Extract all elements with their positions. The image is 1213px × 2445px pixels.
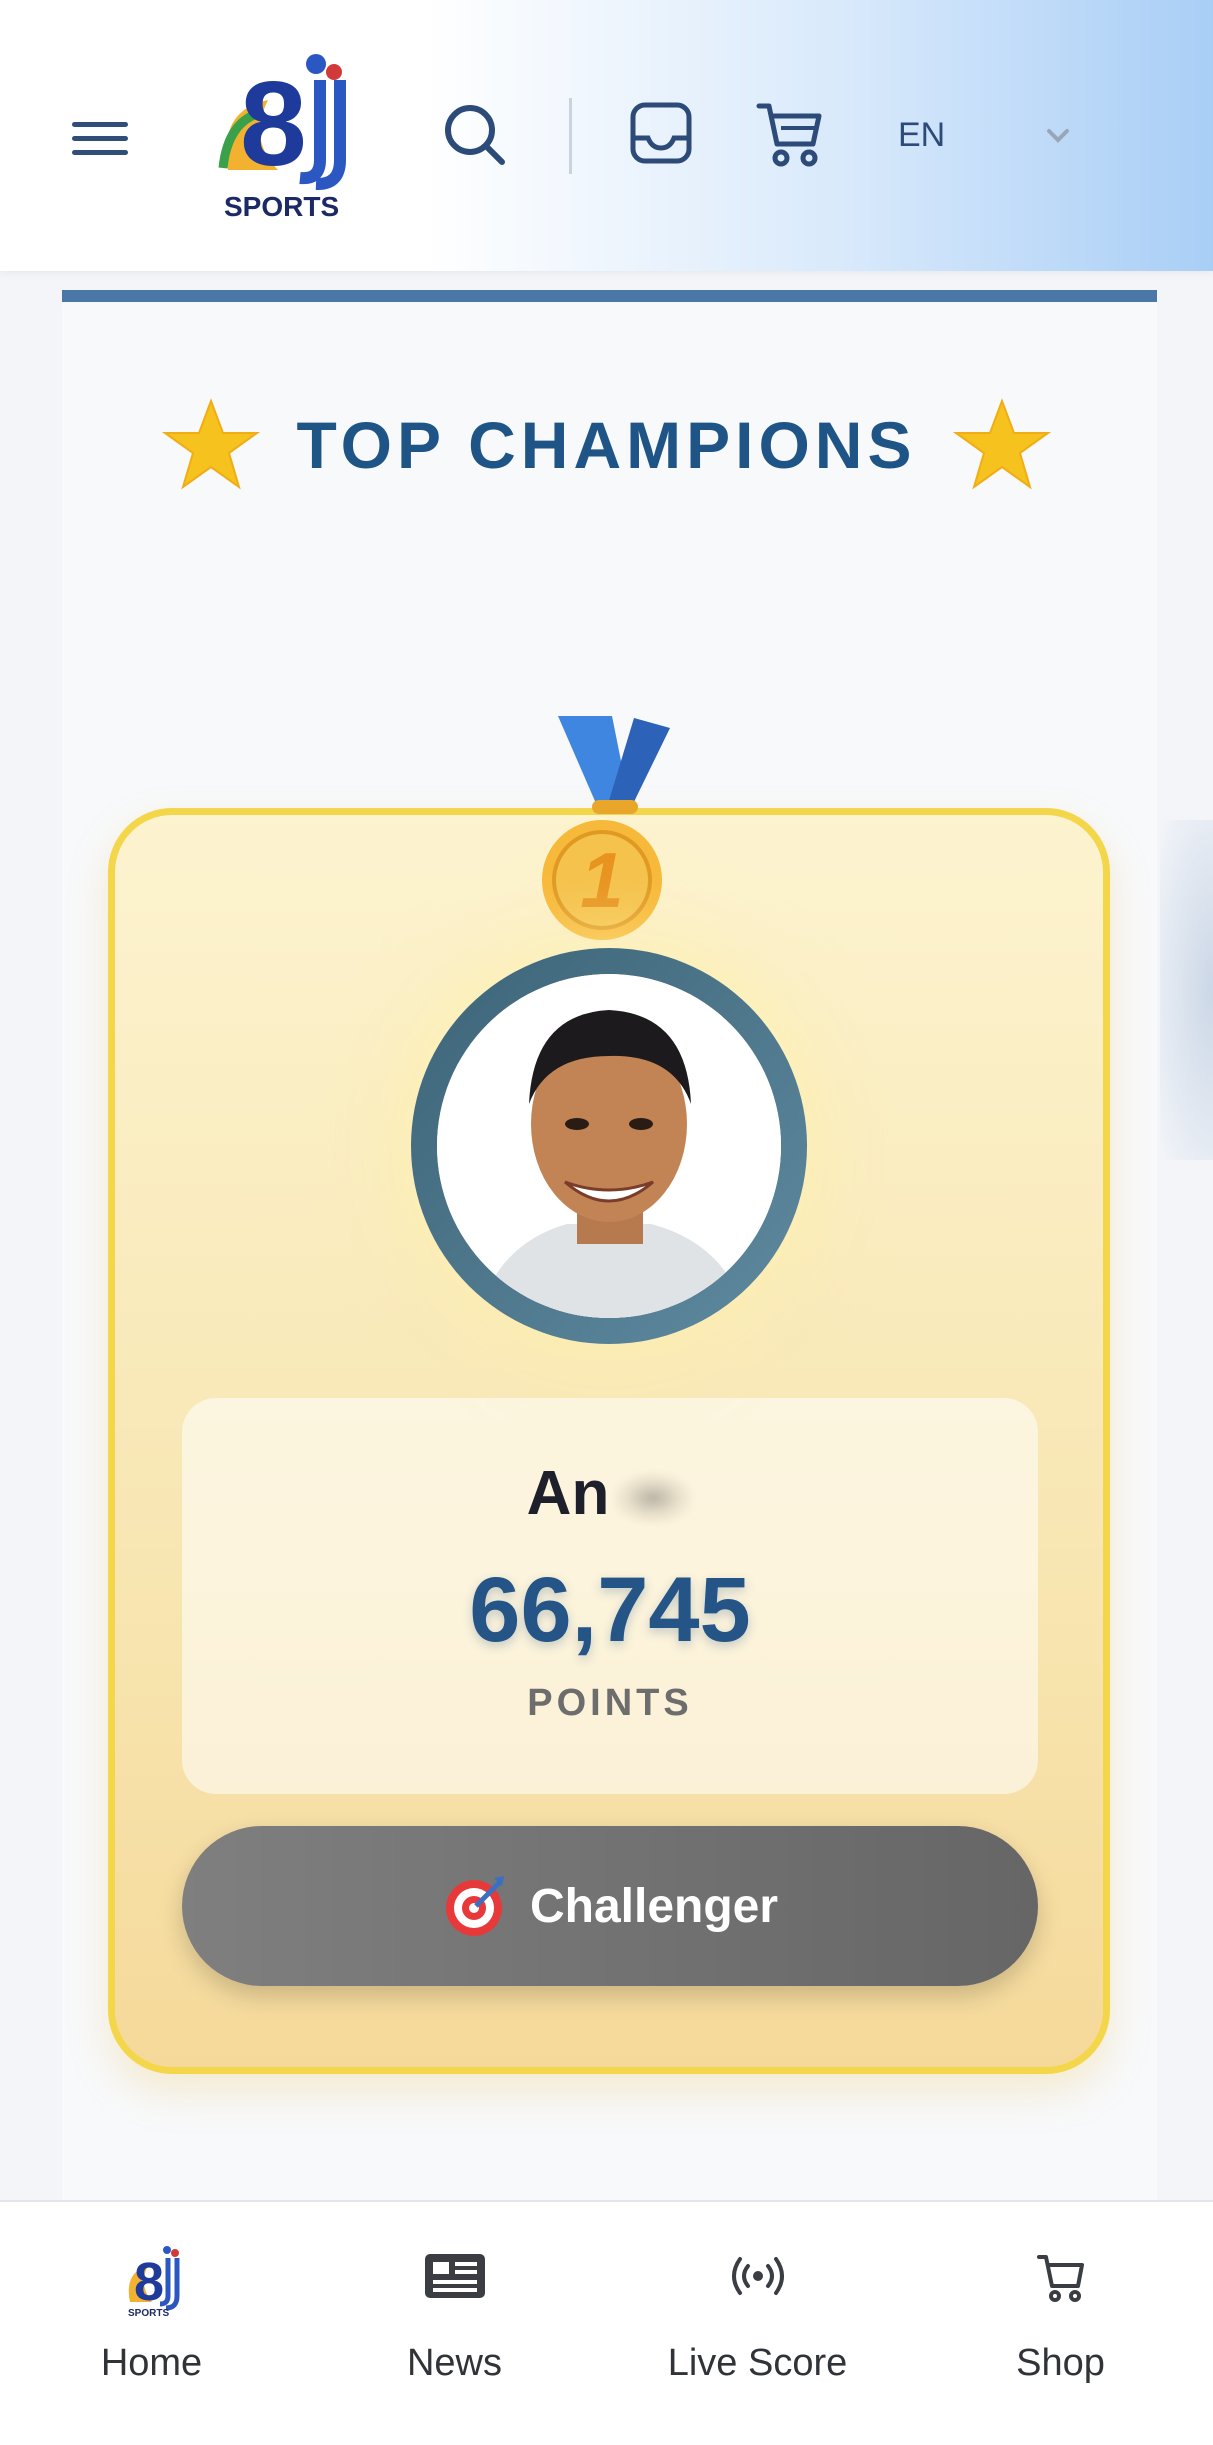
svg-text:1: 1 [580, 836, 623, 924]
menu-icon[interactable] [72, 122, 128, 162]
player-name-text: An [526, 1459, 610, 1528]
nav-news-label: News [406, 2342, 503, 2384]
avatar[interactable] [437, 974, 781, 1318]
svg-text:8: 8 [134, 2252, 164, 2312]
inbox-button[interactable] [628, 100, 694, 166]
inbox-icon [630, 102, 692, 164]
nav-home[interactable]: 8 SPORTS Home [0, 2202, 303, 2445]
player-name: An [182, 1458, 1038, 1529]
star-icon [161, 398, 260, 490]
gold-medal-icon: 1 [542, 716, 670, 940]
language-select[interactable]: EN [898, 112, 1078, 162]
nav-shop-label: Shop [1016, 2342, 1105, 2384]
cart-button[interactable] [755, 98, 825, 168]
champion-info: An 66,745 POINTS [182, 1398, 1038, 1794]
points-value: 66,745 [469, 1559, 751, 1661]
nav-home-label: Home [100, 2342, 203, 2384]
header-divider [569, 98, 572, 174]
language-label: EN [898, 116, 946, 154]
cart-icon [1036, 2255, 1084, 2302]
nav-shop[interactable]: Shop [909, 2202, 1212, 2445]
app-header: 8 SPORTS EN [0, 0, 1213, 271]
logo-icon: 8 [218, 54, 346, 191]
section-title: TOP CHAMPIONS [296, 408, 917, 482]
profile-photo [437, 974, 781, 1318]
star-icon [953, 398, 1052, 490]
svg-text:SPORTS: SPORTS [128, 2308, 169, 2318]
section-header: TOP CHAMPIONS [0, 395, 1213, 495]
nav-news[interactable]: News [303, 2202, 606, 2445]
name-redaction [613, 1471, 694, 1524]
nav-live-score[interactable]: Live Score [606, 2202, 909, 2445]
target-icon [445, 1876, 504, 1936]
bottom-navigation: 8 SPORTS Home News Live Score Shop [0, 2200, 1213, 2445]
rank-badge-label: Challenger [529, 1879, 779, 1933]
logo-icon: 8 SPORTS [128, 2246, 179, 2318]
cart-icon [756, 103, 822, 167]
avatar-frame [411, 948, 807, 1344]
brand-logo[interactable]: 8 SPORTS [208, 50, 358, 225]
next-card-peek [1160, 820, 1213, 1160]
nav-live-score-label: Live Score [667, 2342, 848, 2384]
broadcast-icon [731, 2257, 784, 2295]
newspaper-icon [424, 2254, 485, 2298]
search-button[interactable] [440, 100, 510, 170]
rank-badge-button[interactable]: Challenger [182, 1826, 1038, 1986]
logo-text: SPORTS [224, 191, 340, 222]
chevron-down-icon [1047, 129, 1069, 143]
search-icon [445, 105, 505, 165]
points-label: POINTS [527, 1682, 693, 1724]
panel-accent-bar [62, 290, 1157, 302]
svg-text:8: 8 [240, 57, 307, 191]
